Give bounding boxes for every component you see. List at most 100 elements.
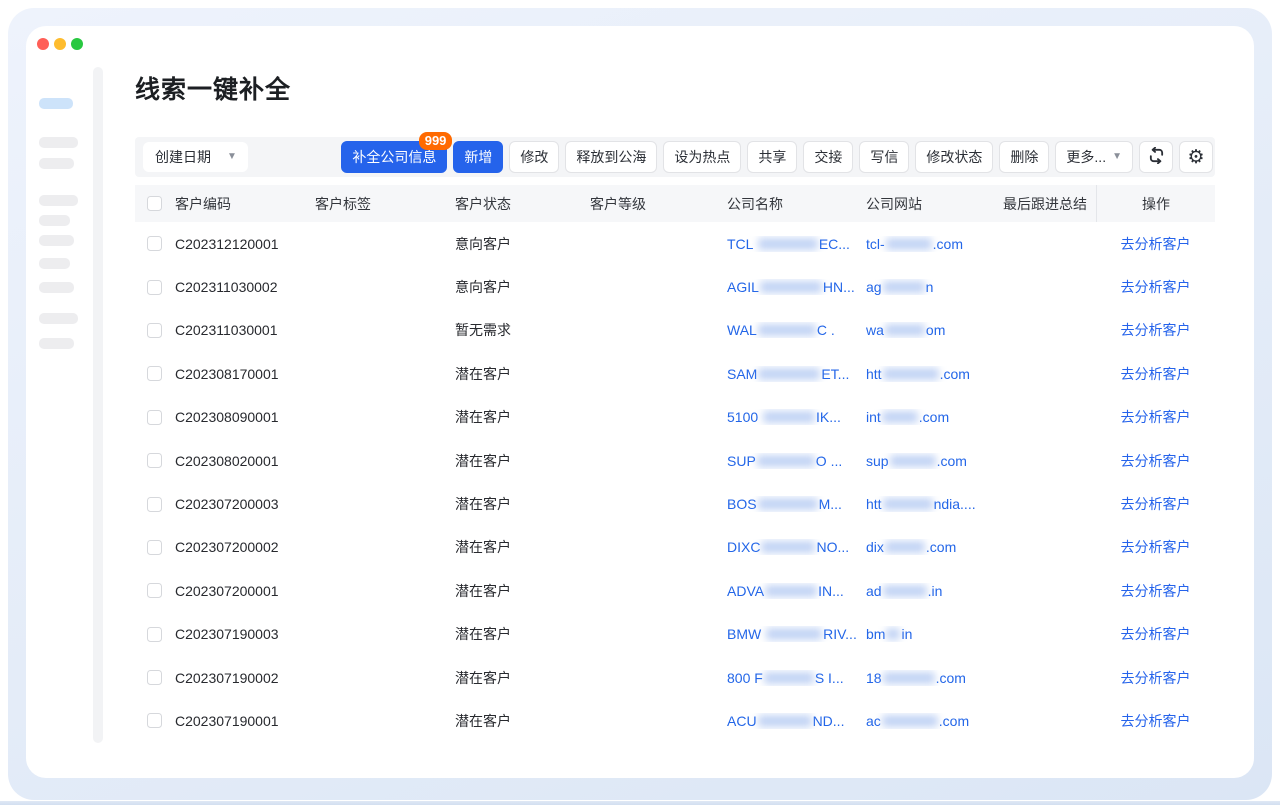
company-website-link[interactable]: bmin bbox=[866, 626, 1003, 642]
create-date-filter-label: 创建日期 bbox=[155, 147, 211, 167]
sync-button[interactable] bbox=[1139, 141, 1173, 173]
analyze-customer-link[interactable]: 去分析客户 bbox=[1121, 453, 1191, 469]
row-checkbox-cell bbox=[135, 627, 175, 642]
col-company-website: 公司网站 bbox=[866, 194, 1003, 214]
company-name-link[interactable]: 5100 IK... bbox=[727, 409, 866, 425]
actions-cell: 去分析客户 bbox=[1096, 407, 1215, 427]
company-website-link[interactable]: dix.com bbox=[866, 539, 1003, 555]
company-website-link[interactable]: 18.com bbox=[866, 670, 1003, 686]
company-website-link[interactable]: httndia.... bbox=[866, 496, 1003, 512]
company-name-link[interactable]: ACUND... bbox=[727, 713, 866, 729]
analyze-customer-link[interactable]: 去分析客户 bbox=[1121, 496, 1191, 512]
redacted-text bbox=[758, 324, 816, 336]
company-name-link[interactable]: BOSM... bbox=[727, 496, 866, 512]
maximize-window-icon[interactable] bbox=[71, 38, 83, 50]
analyze-customer-link[interactable]: 去分析客户 bbox=[1121, 322, 1191, 338]
settings-button[interactable]: ⚙ bbox=[1179, 141, 1213, 173]
company-website-link[interactable]: sup.com bbox=[866, 453, 1003, 469]
release-to-public-sea-button[interactable]: 释放到公海 bbox=[565, 141, 657, 173]
company-name-link[interactable]: BMW RIV... bbox=[727, 626, 866, 642]
col-customer-code: 客户编码 bbox=[175, 194, 315, 214]
row-checkbox[interactable] bbox=[147, 453, 162, 468]
company-name-link[interactable]: WALC . bbox=[727, 322, 866, 338]
col-actions: 操作 bbox=[1096, 185, 1215, 222]
actions-cell: 去分析客户 bbox=[1096, 234, 1215, 254]
add-new-button[interactable]: 新增 bbox=[453, 141, 503, 173]
row-checkbox[interactable] bbox=[147, 583, 162, 598]
row-checkbox[interactable] bbox=[147, 366, 162, 381]
page-title: 线索一键补全 bbox=[135, 70, 291, 106]
company-name-link[interactable]: ADVAIN... bbox=[727, 583, 866, 599]
table-row: C202308170001 潜在客户 SAMET... htt.com 去分析客… bbox=[135, 352, 1215, 395]
company-name-link[interactable]: AGILHN... bbox=[727, 279, 866, 295]
company-name-link[interactable]: DIXCNO... bbox=[727, 539, 866, 555]
company-website-link[interactable]: tcl-.com bbox=[866, 236, 1003, 252]
more-button[interactable]: 更多... ▼ bbox=[1055, 141, 1133, 173]
row-checkbox[interactable] bbox=[147, 236, 162, 251]
row-checkbox[interactable] bbox=[147, 280, 162, 295]
company-website-link[interactable]: int.com bbox=[866, 409, 1003, 425]
company-name-link[interactable]: 800 FS I... bbox=[727, 670, 866, 686]
customer-status: 潜在客户 bbox=[455, 668, 590, 688]
row-checkbox[interactable] bbox=[147, 670, 162, 685]
actions-cell: 去分析客户 bbox=[1096, 494, 1215, 514]
row-checkbox-cell bbox=[135, 670, 175, 685]
analyze-customer-link[interactable]: 去分析客户 bbox=[1121, 670, 1191, 686]
handover-button[interactable]: 交接 bbox=[803, 141, 853, 173]
col-customer-level: 客户等级 bbox=[590, 194, 727, 214]
write-email-button[interactable]: 写信 bbox=[859, 141, 909, 173]
app-window: 线索一键补全 创建日期 ▼ 补全公司信息 999 新增 修改 释放到公海 设为热… bbox=[26, 26, 1254, 778]
sidebar-skeleton-item bbox=[39, 137, 78, 148]
company-website-link[interactable]: agn bbox=[866, 279, 1003, 295]
company-website-link[interactable]: waom bbox=[866, 322, 1003, 338]
customer-status: 意向客户 bbox=[455, 234, 590, 254]
row-checkbox[interactable] bbox=[147, 713, 162, 728]
select-all-checkbox[interactable] bbox=[147, 196, 162, 211]
row-checkbox[interactable] bbox=[147, 323, 162, 338]
redacted-text bbox=[882, 411, 918, 423]
customer-code: C202311030001 bbox=[175, 322, 315, 338]
redacted-text bbox=[882, 715, 938, 727]
set-hotspot-button[interactable]: 设为热点 bbox=[663, 141, 741, 173]
row-checkbox[interactable] bbox=[147, 540, 162, 555]
row-checkbox-cell bbox=[135, 453, 175, 468]
delete-button[interactable]: 删除 bbox=[999, 141, 1049, 173]
customer-code: C202308090001 bbox=[175, 409, 315, 425]
modify-button[interactable]: 修改 bbox=[509, 141, 559, 173]
sidebar-active-item[interactable] bbox=[39, 98, 73, 109]
customer-status: 潜在客户 bbox=[455, 407, 590, 427]
company-name-link[interactable]: SAMET... bbox=[727, 366, 866, 382]
actions-cell: 去分析客户 bbox=[1096, 537, 1215, 557]
complete-company-info-button[interactable]: 补全公司信息 999 bbox=[341, 141, 447, 173]
close-window-icon[interactable] bbox=[37, 38, 49, 50]
minimize-window-icon[interactable] bbox=[54, 38, 66, 50]
analyze-customer-link[interactable]: 去分析客户 bbox=[1121, 583, 1191, 599]
company-website-link[interactable]: htt.com bbox=[866, 366, 1003, 382]
analyze-customer-link[interactable]: 去分析客户 bbox=[1121, 366, 1191, 382]
customer-code: C202307190003 bbox=[175, 626, 315, 642]
chevron-down-icon: ▼ bbox=[227, 152, 237, 162]
sidebar-skeleton-item bbox=[39, 282, 74, 293]
analyze-customer-link[interactable]: 去分析客户 bbox=[1121, 713, 1191, 729]
company-website-link[interactable]: ad.in bbox=[866, 583, 1003, 599]
analyze-customer-link[interactable]: 去分析客户 bbox=[1121, 279, 1191, 295]
analyze-customer-link[interactable]: 去分析客户 bbox=[1121, 626, 1191, 642]
change-status-button[interactable]: 修改状态 bbox=[915, 141, 993, 173]
actions-cell: 去分析客户 bbox=[1096, 668, 1215, 688]
company-name-link[interactable]: TCL EC... bbox=[727, 236, 866, 252]
col-customer-status: 客户状态 bbox=[455, 194, 590, 214]
row-checkbox[interactable] bbox=[147, 497, 162, 512]
row-checkbox[interactable] bbox=[147, 410, 162, 425]
row-checkbox[interactable] bbox=[147, 627, 162, 642]
customer-status: 潜在客户 bbox=[455, 581, 590, 601]
company-website-link[interactable]: ac.com bbox=[866, 713, 1003, 729]
create-date-filter[interactable]: 创建日期 ▼ bbox=[143, 142, 248, 172]
analyze-customer-link[interactable]: 去分析客户 bbox=[1121, 539, 1191, 555]
analyze-customer-link[interactable]: 去分析客户 bbox=[1121, 236, 1191, 252]
actions-cell: 去分析客户 bbox=[1096, 624, 1215, 644]
company-name-link[interactable]: SUPO ... bbox=[727, 453, 866, 469]
analyze-customer-link[interactable]: 去分析客户 bbox=[1121, 409, 1191, 425]
customer-code: C202307200001 bbox=[175, 583, 315, 599]
redacted-text bbox=[886, 628, 900, 640]
share-button[interactable]: 共享 bbox=[747, 141, 797, 173]
